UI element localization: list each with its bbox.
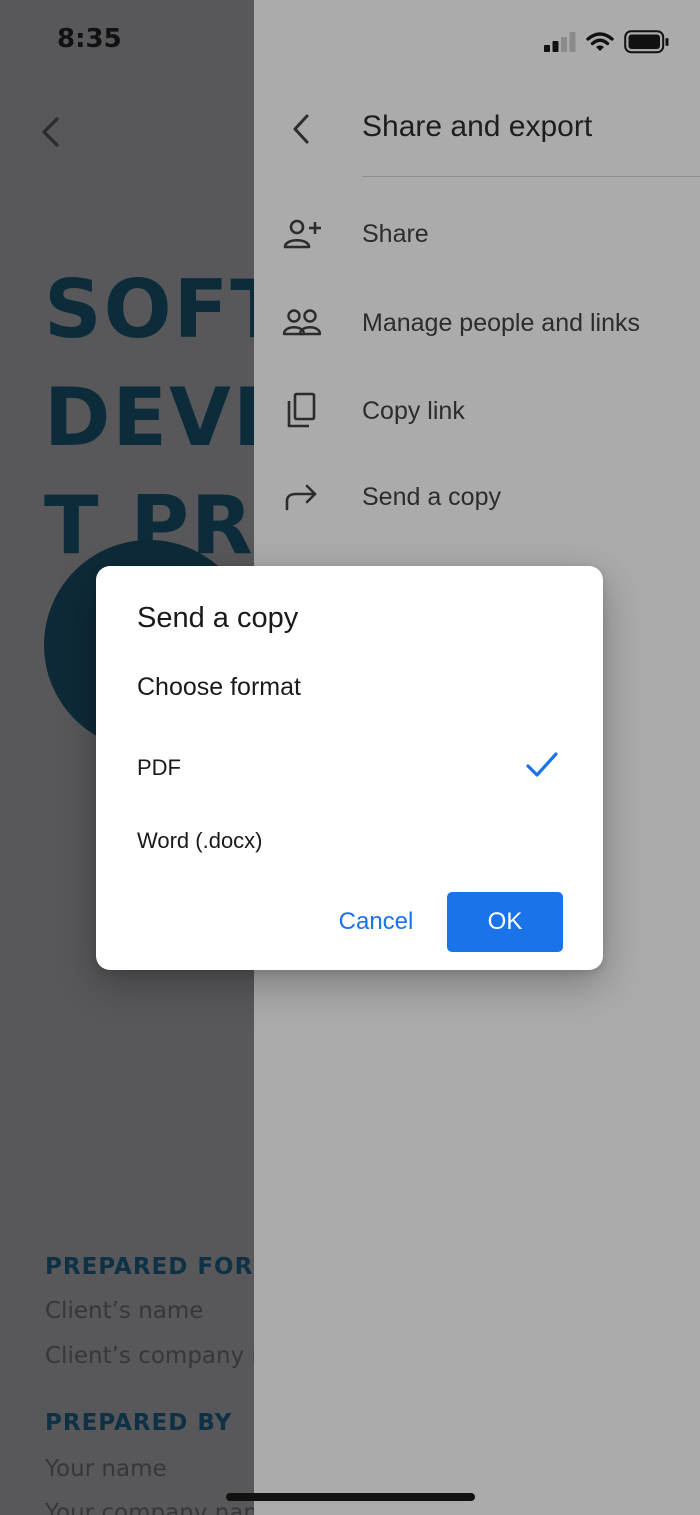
document-title: SOFTWARE DEVELOPMEN T PROPOSAL — [44, 256, 254, 580]
cellular-signal-icon — [544, 32, 576, 52]
prepared-for-label: PREPARED FOR — [45, 1254, 254, 1280]
dialog-subtitle: Choose format — [137, 673, 301, 701]
dialog-title: Send a copy — [137, 602, 299, 634]
prepared-by-label: PREPARED BY — [45, 1410, 233, 1436]
wifi-icon — [586, 32, 614, 51]
document-title-line: SOFTWARE — [44, 263, 254, 356]
your-company-text: Your company name — [45, 1500, 254, 1515]
people-icon — [282, 309, 322, 336]
document-title-line: DEVELOPMEN — [44, 371, 254, 464]
format-option-pdf[interactable]: PDF — [96, 739, 603, 799]
menu-item-send-copy[interactable]: Send a copy — [254, 463, 700, 533]
forward-arrow-icon — [285, 484, 317, 511]
menu-item-label: Manage people and links — [362, 309, 640, 337]
battery-icon — [624, 30, 669, 54]
copy-icon — [287, 392, 316, 428]
send-copy-dialog: Send a copy Choose format PDF Word (.doc… — [96, 566, 603, 970]
status-icons — [544, 30, 670, 54]
menu-item-share[interactable]: Share — [254, 200, 700, 270]
add-person-icon — [283, 219, 321, 249]
ok-button[interactable]: OK — [447, 892, 563, 952]
menu-item-label: Copy link — [362, 397, 465, 425]
format-option-label: PDF — [137, 755, 181, 780]
status-time: 8:35 — [57, 24, 122, 54]
menu-item-manage-people[interactable]: Manage people and links — [254, 289, 700, 359]
your-name-text: Your name — [45, 1456, 167, 1482]
format-option-label: Word (.docx) — [137, 828, 263, 853]
menu-item-copy-link[interactable]: Copy link — [254, 377, 700, 447]
screen: SOFTWARE DEVELOPMEN T PROPOSAL PREPARED … — [0, 0, 700, 1515]
panel-divider — [362, 176, 700, 177]
checkmark-icon — [526, 752, 558, 777]
back-arrow-icon[interactable] — [288, 112, 314, 146]
client-name-text: Client’s name — [45, 1298, 204, 1324]
cancel-button[interactable]: Cancel — [322, 892, 430, 952]
home-indicator[interactable] — [226, 1493, 475, 1501]
menu-item-label: Send a copy — [362, 483, 501, 511]
menu-item-label: Share — [362, 220, 429, 248]
panel-title: Share and export — [362, 110, 593, 143]
back-chevron-icon[interactable] — [38, 114, 64, 150]
format-option-docx[interactable]: Word (.docx) — [96, 812, 603, 872]
client-company-text: Client’s company name — [45, 1343, 254, 1369]
